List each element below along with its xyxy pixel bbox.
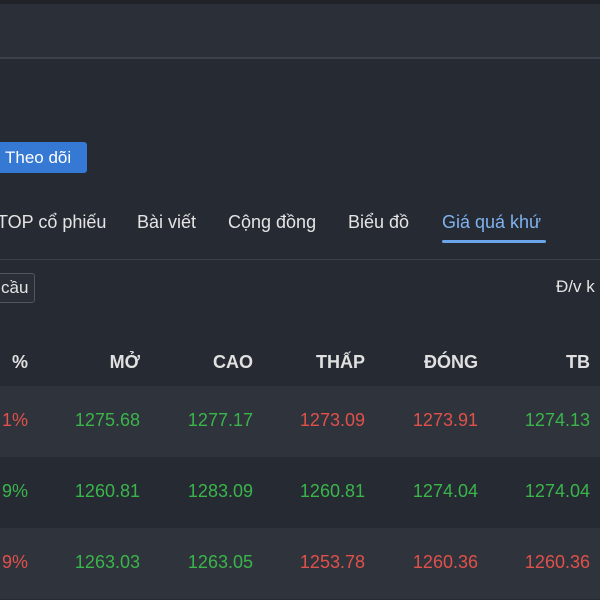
col-header-high: CAO <box>213 352 253 372</box>
col-header-low: THẤP <box>316 352 365 372</box>
tabs-divider <box>0 259 600 260</box>
cell-close: 1274.04 <box>412 481 478 501</box>
tab-bar: TOP cổ phiếu Bài viết Cộng đồng Biểu đồ … <box>0 208 600 244</box>
unit-label: Đ/v k <box>556 277 595 296</box>
col-header-pct: % <box>11 352 28 372</box>
cell-close: 1273.91 <box>412 410 478 430</box>
table-header: % MỞ CAO THẤP ĐÓNG TB <box>0 340 600 385</box>
tab-price-history[interactable]: Giá quá khứ <box>442 212 541 233</box>
cell-pct: 9% <box>1 552 28 572</box>
cell-high: 1263.05 <box>187 552 253 572</box>
col-header-open: MỞ <box>109 352 140 372</box>
col-header-close: ĐÓNG <box>424 352 478 372</box>
follow-button[interactable]: Theo dõi <box>0 142 87 173</box>
table-row[interactable]: 9% 1263.03 1263.05 1253.78 1260.36 1260.… <box>0 528 600 599</box>
cell-open: 1275.68 <box>74 410 140 430</box>
cell-open: 1260.81 <box>74 481 140 501</box>
cell-high: 1277.17 <box>187 410 253 430</box>
filter-chip[interactable]: cầu <box>0 273 35 303</box>
cell-low: 1260.81 <box>299 481 365 501</box>
cell-avg: 1260.36 <box>524 552 590 572</box>
col-header-avg: TB <box>566 352 590 372</box>
tab-chart[interactable]: Biểu đồ <box>348 212 409 233</box>
table-row[interactable]: 9% 1260.81 1283.09 1260.81 1274.04 1274.… <box>0 457 600 528</box>
cell-avg: 1274.13 <box>524 410 590 430</box>
tab-articles[interactable]: Bài viết <box>137 212 196 233</box>
cell-open: 1263.03 <box>74 552 140 572</box>
top-header-bar <box>0 0 600 57</box>
table-row[interactable]: 1% 1275.68 1277.17 1273.09 1273.91 1274.… <box>0 386 600 457</box>
cell-low: 1273.09 <box>299 410 365 430</box>
tab-top-stocks[interactable]: TOP cổ phiếu <box>0 212 106 233</box>
active-tab-indicator <box>442 240 546 243</box>
cell-close: 1260.36 <box>412 552 478 572</box>
header-divider <box>0 57 600 59</box>
cell-pct: 9% <box>1 481 28 501</box>
tab-community[interactable]: Cộng đồng <box>228 212 316 233</box>
cell-low: 1253.78 <box>299 552 365 572</box>
top-strip <box>0 0 600 4</box>
cell-avg: 1274.04 <box>524 481 590 501</box>
cell-high: 1283.09 <box>187 481 253 501</box>
cell-pct: 1% <box>1 410 28 430</box>
